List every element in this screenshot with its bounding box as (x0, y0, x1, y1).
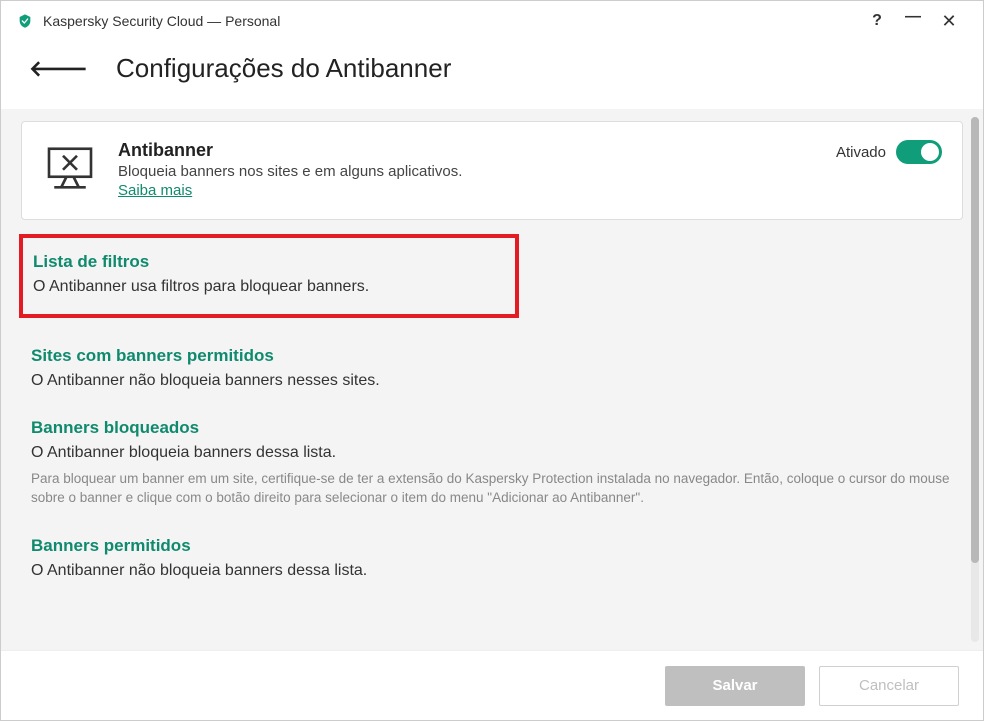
feature-title: Antibanner (118, 140, 836, 161)
content-area: Antibanner Bloqueia banners nos sites e … (1, 109, 983, 650)
page-header: 🡐 Configurações do Antibanner (1, 41, 983, 104)
page-title: Configurações do Antibanner (116, 53, 451, 84)
filter-list-link[interactable]: Lista de filtros (33, 252, 505, 272)
footer: Salvar Cancelar (1, 650, 983, 720)
minimize-button[interactable]: — (895, 8, 931, 26)
section-allowed-sites: Sites com banners permitidos O Antibanne… (21, 346, 963, 390)
allowed-sites-desc: O Antibanner não bloqueia banners nesses… (31, 372, 953, 390)
section-blocked-banners: Banners bloqueados O Antibanner bloqueia… (21, 418, 963, 508)
allowed-banners-link[interactable]: Banners permitidos (31, 536, 953, 556)
blocked-banners-link[interactable]: Banners bloqueados (31, 418, 953, 438)
toggle-group: Ativado (836, 140, 942, 164)
learn-more-link[interactable]: Saiba mais (118, 182, 192, 199)
window-title: Kaspersky Security Cloud — Personal (43, 13, 859, 29)
antibanner-icon (42, 140, 98, 201)
filter-list-desc: O Antibanner usa filtros para bloquear b… (33, 278, 505, 296)
section-allowed-banners: Banners permitidos O Antibanner não bloq… (21, 536, 963, 580)
allowed-sites-link[interactable]: Sites com banners permitidos (31, 346, 953, 366)
feature-description: Bloqueia banners nos sites e em alguns a… (118, 163, 836, 180)
shield-icon (17, 13, 33, 29)
close-button[interactable]: ✕ (931, 11, 967, 32)
help-button[interactable]: ? (859, 12, 895, 30)
scrollbar[interactable] (971, 117, 979, 642)
feature-card: Antibanner Bloqueia banners nos sites e … (21, 121, 963, 220)
allowed-banners-desc: O Antibanner não bloqueia banners dessa … (31, 562, 953, 580)
save-button[interactable]: Salvar (665, 666, 805, 706)
scrollbar-thumb[interactable] (971, 117, 979, 563)
titlebar: Kaspersky Security Cloud — Personal ? — … (1, 1, 983, 41)
toggle-label: Ativado (836, 144, 886, 161)
antibanner-toggle[interactable] (896, 140, 942, 164)
section-filter-list: Lista de filtros O Antibanner usa filtro… (19, 234, 519, 318)
back-button[interactable]: 🡐 (29, 56, 88, 82)
feature-body: Antibanner Bloqueia banners nos sites e … (118, 140, 836, 200)
blocked-banners-note: Para bloquear um banner em um site, cert… (31, 470, 953, 508)
blocked-banners-desc: O Antibanner bloqueia banners dessa list… (31, 444, 953, 462)
cancel-button[interactable]: Cancelar (819, 666, 959, 706)
